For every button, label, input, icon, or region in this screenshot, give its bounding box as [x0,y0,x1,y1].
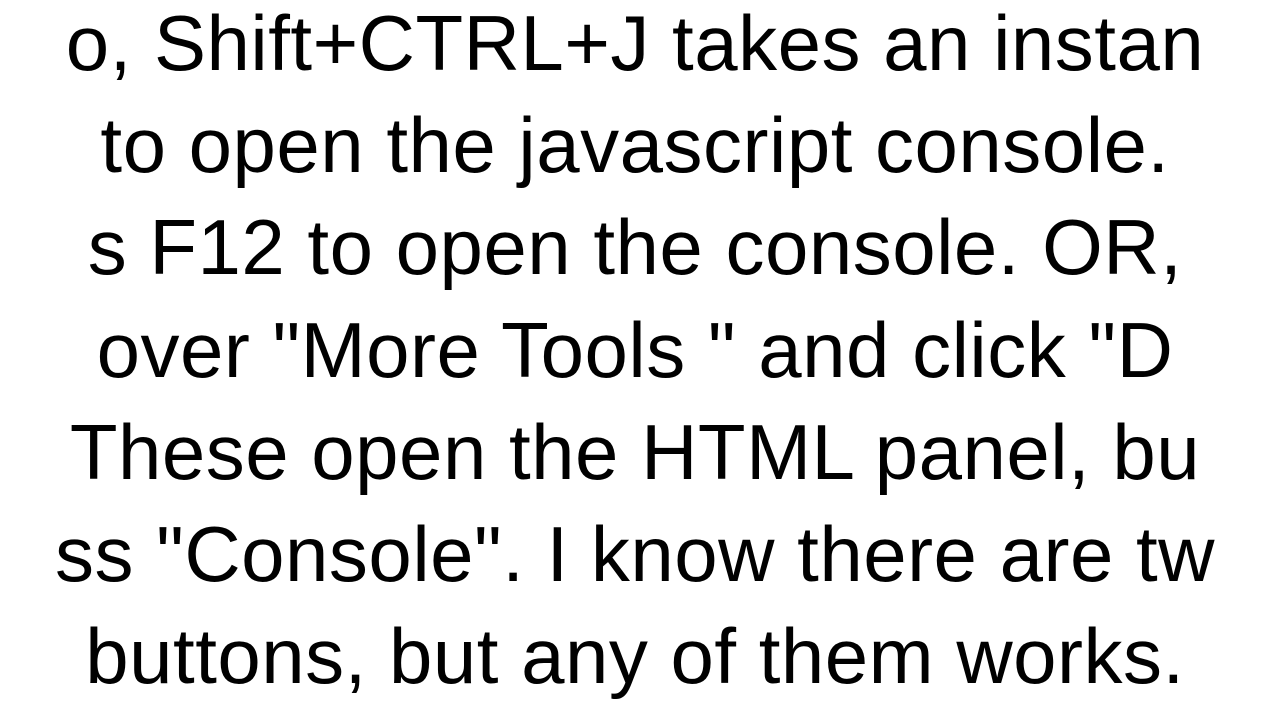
text-line-5: These open the HTML panel, bu [0,401,1280,503]
text-line-7: buttons, but any of them works. [0,605,1280,707]
text-line-2: to open the javascript console. [0,94,1280,196]
text-line-6: ss "Console". I know there are tw [0,503,1280,605]
text-line-3: s F12 to open the console. OR, [0,196,1280,298]
text-line-4: over "More Tools " and click "D [0,299,1280,401]
paragraph-fragment: o, Shift+CTRL+J takes an instan to open … [0,0,1280,707]
text-line-1: o, Shift+CTRL+J takes an instan [0,0,1280,94]
